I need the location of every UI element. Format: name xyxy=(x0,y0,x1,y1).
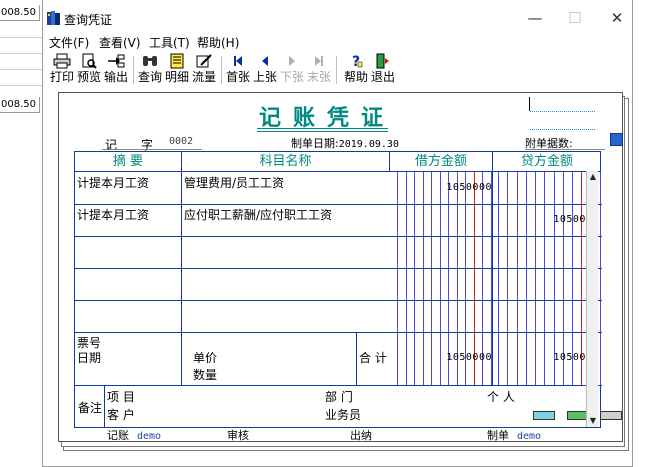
detail-label: 明细 xyxy=(164,70,189,84)
next-page-button[interactable]: 下张 xyxy=(279,52,305,88)
unit-price-label: 单价 xyxy=(193,351,218,365)
preview-magnifier-icon xyxy=(82,53,97,69)
total-credit: 1050000 xyxy=(553,352,599,363)
background-cell: 008.50 xyxy=(0,5,40,21)
date-label: 制单日期: xyxy=(291,137,339,150)
bookkeeping-signature: 记账 demo xyxy=(107,427,161,443)
total-label: 合 计 xyxy=(359,351,387,365)
help-question-icon: ? xyxy=(352,54,363,69)
printer-icon xyxy=(53,53,71,69)
detail-button[interactable]: 明细 xyxy=(164,52,190,88)
binoculars-icon xyxy=(143,56,157,66)
quantity-label: 数量 xyxy=(193,368,218,382)
bookkeeping-label: 记账 xyxy=(107,429,129,442)
dotted-line xyxy=(530,129,595,130)
help-label: 帮助 xyxy=(343,70,368,84)
cashier-label: 出纳 xyxy=(350,429,372,442)
menu-tools[interactable]: 工具(T) xyxy=(149,34,190,51)
voucher-scrollbar[interactable]: ▲ ▼ xyxy=(586,171,598,427)
voucher-date: 制单日期:2019.09.30 xyxy=(291,135,399,151)
date-value: 2019.09.30 xyxy=(338,139,399,150)
window-title: 查询凭证 xyxy=(64,13,113,27)
detail-list-icon xyxy=(170,53,184,69)
first-page-label: 首张 xyxy=(225,70,250,84)
help-button[interactable]: ? 帮助 xyxy=(343,52,369,88)
voucher-paper: 记账凭证 记 字 0002 制单日期:2019.09.30 附单据数: 摘 要 … xyxy=(58,92,623,442)
title-underline xyxy=(257,131,388,132)
menu-view[interactable]: 查看(V) xyxy=(99,34,141,51)
title-underline xyxy=(257,128,388,129)
header-account: 科目名称 xyxy=(182,152,389,172)
flow-button[interactable]: 流量 xyxy=(191,52,217,88)
export-label: 输出 xyxy=(103,70,128,84)
title-bar: 查询凭证 — ☐ ✕ xyxy=(43,0,632,34)
print-button[interactable]: 打印 xyxy=(49,52,75,88)
voucher-table: 摘 要 科目名称 借方金额 贷方金额 计提本月工资 管理费用/员工工资 1050… xyxy=(74,151,602,428)
prev-page-button[interactable]: 上张 xyxy=(252,52,278,88)
customer-label: 客 户 xyxy=(107,408,135,422)
prev-page-label: 上张 xyxy=(252,70,277,84)
audit-label: 审核 xyxy=(227,429,249,442)
minimize-button[interactable]: — xyxy=(521,6,549,30)
exit-button[interactable]: 退出 xyxy=(370,52,396,88)
maximize-button[interactable]: ☐ xyxy=(561,6,589,30)
app-book-icon xyxy=(47,11,60,25)
preparer-signature: 制单 demo xyxy=(487,427,541,443)
last-page-icon xyxy=(315,56,323,66)
background-cell: 008.50 xyxy=(0,97,40,113)
row1-debit[interactable]: 1050000 xyxy=(392,182,492,193)
preparer-value: demo xyxy=(517,431,542,442)
cash-flow-icon[interactable] xyxy=(533,411,555,420)
salesperson-label: 业务员 xyxy=(325,408,362,422)
remarks-label: 备注 xyxy=(78,401,103,415)
bookkeeping-value: demo xyxy=(137,431,162,442)
close-button[interactable]: ✕ xyxy=(603,6,631,30)
voucher-number: 0002 xyxy=(169,136,194,147)
preparer-label: 制单 xyxy=(487,429,509,442)
export-arrow-icon xyxy=(108,54,125,68)
person-label: 个 人 xyxy=(487,390,515,404)
preview-label: 预览 xyxy=(76,70,101,84)
query-button[interactable]: 查询 xyxy=(137,52,163,88)
background-sheet: 008.50 008.50 xyxy=(0,0,42,467)
last-page-label: 末张 xyxy=(306,70,331,84)
prev-page-icon xyxy=(262,56,268,66)
menu-help[interactable]: 帮助(H) xyxy=(197,34,239,51)
next-page-label: 下张 xyxy=(279,70,304,84)
flow-label: 流量 xyxy=(191,70,216,84)
first-page-icon xyxy=(234,56,242,66)
next-page-icon xyxy=(289,56,295,66)
exit-door-icon xyxy=(376,53,389,69)
header-summary: 摘 要 xyxy=(75,152,181,172)
header-credit: 贷方金额 xyxy=(493,152,601,172)
date-row-label: 日期 xyxy=(77,351,102,365)
last-page-button[interactable]: 末张 xyxy=(306,52,332,88)
exit-label: 退出 xyxy=(370,70,395,84)
first-page-button[interactable]: 首张 xyxy=(225,52,251,88)
voucher-query-window: 查询凭证 — ☐ ✕ 文件(F) 查看(V) 工具(T) 帮助(H) 打印 预览… xyxy=(42,0,633,467)
row1-account[interactable]: 管理费用/员工工资 xyxy=(184,174,284,191)
scroll-up-icon[interactable]: ▲ xyxy=(587,171,599,183)
dotted-line xyxy=(530,111,595,112)
row2-summary[interactable]: 计提本月工资 xyxy=(77,206,149,223)
row1-summary[interactable]: 计提本月工资 xyxy=(77,174,149,191)
row2-account[interactable]: 应付职工薪酬/应付职工工资 xyxy=(184,206,332,223)
export-button[interactable]: 输出 xyxy=(103,52,129,88)
menu-file[interactable]: 文件(F) xyxy=(49,34,89,51)
attachments-search-icon[interactable] xyxy=(610,133,623,146)
menu-bar: 文件(F) 查看(V) 工具(T) 帮助(H) xyxy=(43,32,632,50)
query-label: 查询 xyxy=(137,70,162,84)
department-label: 部 门 xyxy=(325,390,353,404)
total-debit: 1050000 xyxy=(446,352,492,363)
row2-credit[interactable]: 1050000 xyxy=(495,214,599,225)
print-label: 打印 xyxy=(49,70,74,84)
preview-button[interactable]: 预览 xyxy=(76,52,102,88)
flow-pen-icon xyxy=(196,54,212,68)
tool-icon[interactable] xyxy=(600,411,622,420)
project-label: 项 目 xyxy=(107,390,135,404)
text-cursor xyxy=(529,97,530,111)
header-debit: 借方金额 xyxy=(390,152,492,172)
scroll-down-icon[interactable]: ▼ xyxy=(587,415,599,427)
